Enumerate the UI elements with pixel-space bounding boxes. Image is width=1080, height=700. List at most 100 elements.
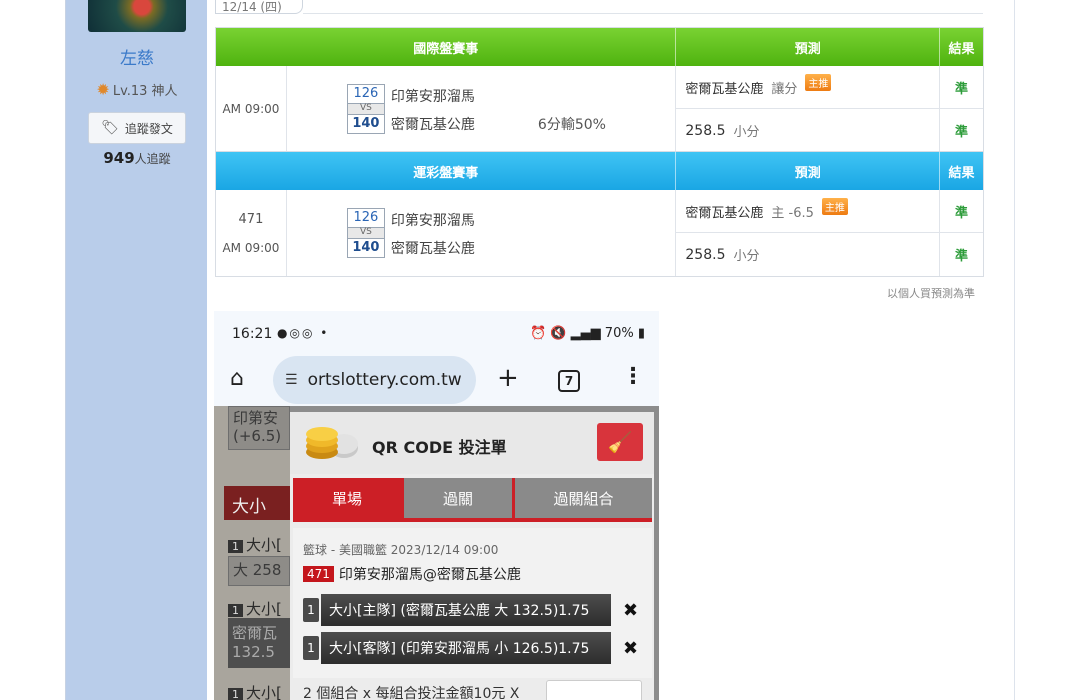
- prediction-detail: 小分: [733, 249, 760, 264]
- modal-header: QR CODE 投注單 🧹: [290, 412, 654, 474]
- game-time: AM 09:00: [222, 240, 280, 255]
- pick-text: 大小[客隊] (印第安那溜馬 小 126.5)1.75: [321, 632, 611, 664]
- web-content: 印第安 (+6.5) 大小 1 大小[ 大 258 1 大小[ 密爾瓦 132.5 …: [214, 406, 659, 700]
- sun-badge-icon: ✹: [96, 80, 110, 99]
- home-team: 密爾瓦基公鹿: [390, 241, 475, 257]
- match-code: 471: [303, 566, 334, 582]
- pick-index: 1: [303, 636, 319, 660]
- bg-item-label: 大小[: [246, 536, 282, 554]
- table-row: AM 09:00 126 VS 140 印第安那溜馬 密爾瓦基公鹿 6分輸50%…: [216, 66, 983, 152]
- result-value: 準: [955, 125, 969, 140]
- bet-type-tabs: 單場 過關 過關組合: [293, 478, 652, 522]
- bg-item-value: 大 258: [228, 556, 290, 586]
- result-cell: 準 準: [940, 66, 983, 152]
- international-header: 國際盤賽事 預測 結果: [216, 28, 983, 66]
- bg-item-label: 大小[: [246, 600, 282, 618]
- prediction-line: 密爾瓦基公鹿 讓分 主推: [676, 66, 940, 109]
- status-bar: 16:21 ●◎◎ • ⏰ 🔇 ▂▄▆ 70% ▮: [214, 311, 659, 356]
- bet-details: 籃球 - 美國職籃 2023/12/14 09:00 471 印第安那溜馬@密爾…: [293, 528, 652, 678]
- bet-pick: 1 大小[客隊] (印第安那溜馬 小 126.5)1.75 ✖: [303, 632, 638, 664]
- user-level: ✹ Lv.13 神人: [66, 80, 208, 99]
- date-divider: [303, 13, 983, 14]
- prediction-pick: 密爾瓦基公鹿: [685, 81, 764, 97]
- time-cell: AM 09:00: [216, 66, 287, 152]
- away-team: 印第安那溜馬: [390, 89, 475, 105]
- result-value: 準: [940, 190, 983, 233]
- remove-pick-icon[interactable]: ✖: [623, 638, 638, 659]
- tab-switcher-icon[interactable]: 7: [558, 370, 580, 392]
- battery-icon: ▮: [637, 326, 645, 341]
- line-app-icon: ●: [277, 326, 290, 340]
- match-name: 印第安那溜馬@密爾瓦基公鹿: [338, 567, 521, 583]
- site-settings-icon[interactable]: ☰: [285, 372, 298, 388]
- pick-text: 大小[主隊] (密爾瓦基公鹿 大 132.5)1.75: [321, 594, 611, 626]
- bg-section-header: 大小: [224, 486, 290, 520]
- avatar[interactable]: [88, 0, 186, 32]
- date-tab[interactable]: 12/14 (四): [215, 0, 303, 14]
- url-text: ortslottery.com.tw: [307, 370, 462, 390]
- away-score: 126: [346, 208, 385, 228]
- tab-parlay-combo[interactable]: 過關組合: [515, 478, 652, 518]
- game-code: 471: [238, 211, 264, 227]
- result-value: 準: [955, 249, 969, 264]
- league-info: 籃球 - 美國職籃 2023/12/14 09:00: [303, 543, 499, 557]
- tab-underline: [293, 518, 652, 522]
- remove-pick-icon[interactable]: ✖: [623, 600, 638, 621]
- signal-icon: ▂▄▆: [570, 326, 601, 341]
- vs-label: VS: [346, 104, 385, 114]
- bet-amount-input[interactable]: [546, 680, 642, 700]
- phone-screenshot: 16:21 ●◎◎ • ⏰ 🔇 ▂▄▆ 70% ▮ ⌂ ☰ ortslotter…: [214, 311, 659, 700]
- notification-icons: ●◎◎ •: [277, 326, 329, 340]
- event-header: 運彩盤賽事: [216, 152, 677, 190]
- prediction-line: 258.5 小分: [676, 109, 939, 152]
- modal-title: QR CODE 投注單: [372, 438, 507, 457]
- chrome-icon: ◎: [301, 326, 315, 340]
- follower-count: 949人追蹤: [66, 149, 208, 167]
- follower-suffix: 人追蹤: [134, 152, 171, 166]
- result-header: 結果: [948, 41, 975, 57]
- vs-label: VS: [346, 228, 385, 238]
- match-cell: 126 VS 140 印第安那溜馬 密爾瓦基公鹿 6分輸50%: [287, 66, 677, 152]
- follow-posts-button[interactable]: 🏷 追蹤發文: [88, 112, 186, 144]
- bg-item: 1 大小[: [228, 534, 282, 555]
- home-icon[interactable]: ⌂: [230, 366, 244, 391]
- bg-line: (+6.5): [233, 427, 282, 445]
- prediction-line: 密爾瓦基公鹿 主 -6.5 主推: [676, 190, 940, 233]
- bet-summary: 2 個組合 x 每組合投注金額10元 X: [303, 686, 520, 700]
- more-menu-icon[interactable]: ⋮: [622, 364, 644, 389]
- sports-lottery-table: 運彩盤賽事 預測 結果 471 AM 09:00 126 VS 140 印第安那…: [215, 151, 984, 277]
- address-bar[interactable]: ☰ ortslottery.com.tw: [273, 356, 476, 404]
- bg-team: 印第安: [233, 409, 279, 427]
- time-cell: 471 AM 09:00: [216, 190, 287, 276]
- handicap-result: 6分輸50%: [537, 117, 606, 133]
- follow-button-label: 追蹤發文: [124, 121, 173, 136]
- away-score: 126: [346, 84, 385, 104]
- score-box: 126 VS 140: [346, 84, 385, 134]
- result-header: 結果: [948, 165, 975, 181]
- new-tab-icon[interactable]: +: [497, 363, 519, 393]
- away-team: 印第安那溜馬: [390, 213, 475, 229]
- chrome-icon: ◎: [289, 326, 302, 340]
- home-team: 密爾瓦基公鹿: [390, 117, 475, 133]
- user-name[interactable]: 左慈: [66, 44, 208, 69]
- browser-toolbar: ⌂ ☰ ortslottery.com.tw + 7 ⋮: [214, 356, 659, 406]
- prediction-detail: 小分: [733, 125, 760, 140]
- bg-odds-block: 印第安 (+6.5): [228, 406, 290, 450]
- main-content: 12/14 (四) 國際盤賽事 預測 結果 AM 09:00 126 VS 14…: [207, 0, 1015, 700]
- prediction-detail: 主 -6.5: [771, 205, 814, 221]
- bg-item-label: 大小[: [246, 684, 282, 700]
- bg-dark-line: 密爾瓦: [232, 624, 278, 642]
- follower-number: 949: [103, 149, 135, 167]
- featured-badge: 主推: [805, 73, 832, 91]
- clear-slip-button[interactable]: 🧹: [597, 423, 643, 461]
- background-page: 印第安 (+6.5) 大小 1 大小[ 大 258 1 大小[ 密爾瓦 132.5 …: [214, 406, 290, 700]
- match-line: 471 印第安那溜馬@密爾瓦基公鹿: [303, 564, 521, 584]
- status-time: 16:21: [232, 326, 273, 342]
- home-score: 140: [346, 114, 385, 134]
- level-label: Lv.13 神人: [112, 84, 178, 99]
- tab-single[interactable]: 單場: [293, 478, 401, 518]
- bet-pick: 1 大小[主隊] (密爾瓦基公鹿 大 132.5)1.75 ✖: [303, 594, 638, 626]
- battery-percent: 70%: [604, 326, 634, 341]
- tab-parlay[interactable]: 過關: [404, 478, 512, 518]
- event-header: 國際盤賽事: [216, 28, 677, 66]
